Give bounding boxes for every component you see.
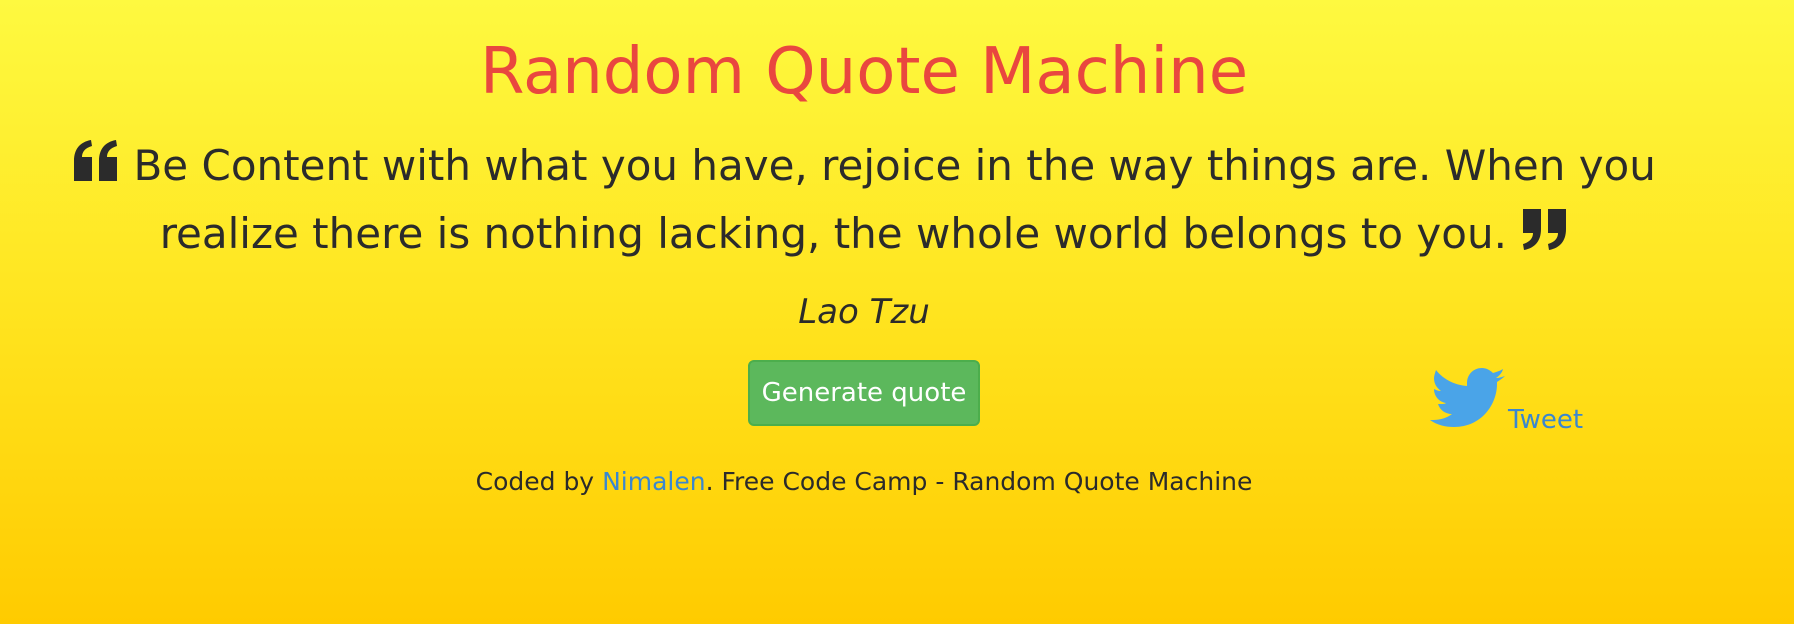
tweet-link[interactable]: Tweet: [1430, 368, 1630, 438]
twitter-bird-icon: [1430, 368, 1506, 432]
quote-left-icon: [72, 139, 120, 183]
footer-credits: Coded by Nimalen. Free Code Camp - Rando…: [0, 466, 1728, 498]
quote-author: Lao Tzu: [798, 292, 930, 332]
footer-suffix: . Free Code Camp - Random Quote Machine: [705, 467, 1253, 496]
generate-quote-button[interactable]: Generate quote: [748, 360, 980, 426]
page-title: Random Quote Machine: [479, 35, 1249, 109]
quote-text-block: Be Content with what you have, rejoice i…: [50, 132, 1678, 268]
footer-prefix: Coded by: [475, 467, 603, 496]
quote-text: Be Content with what you have, rejoice i…: [133, 141, 1656, 258]
author-link[interactable]: Nimalen: [602, 467, 706, 496]
tweet-label: Tweet: [1508, 405, 1584, 435]
quote-right-icon: [1520, 207, 1568, 251]
